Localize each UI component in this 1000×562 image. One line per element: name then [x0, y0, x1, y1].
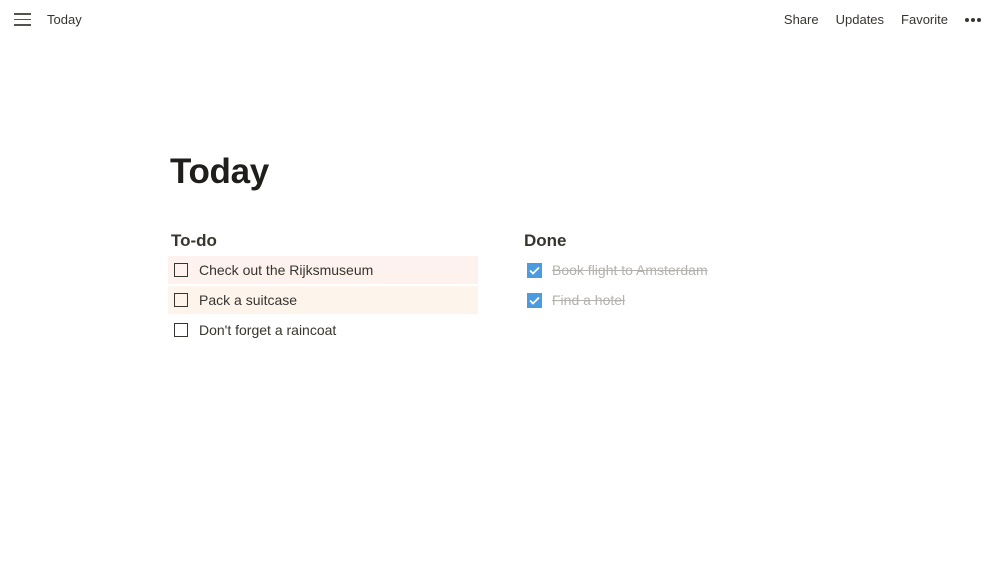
breadcrumb-today[interactable]: Today [47, 12, 82, 27]
done-item[interactable]: Find a hotel [521, 286, 831, 314]
todo-item[interactable]: Don't forget a raincoat [168, 316, 478, 344]
done-item-label: Find a hotel [552, 292, 626, 308]
checkbox-unchecked[interactable] [174, 263, 188, 277]
top-actions: Share Updates Favorite [784, 12, 1000, 27]
todo-item[interactable]: Pack a suitcase [168, 286, 478, 314]
todo-item[interactable]: Check out the Rijksmuseum [168, 256, 478, 284]
todo-heading: To-do [171, 231, 217, 250]
favorite-button[interactable]: Favorite [901, 12, 948, 27]
done-item-label: Book flight to Amsterdam [552, 262, 708, 278]
checkbox-checked-icon[interactable] [527, 262, 542, 278]
todo-item-label: Don't forget a raincoat [199, 322, 337, 338]
updates-button[interactable]: Updates [836, 12, 884, 27]
todo-column: To-do Check out the Rijksmuseum Pack a s… [168, 230, 478, 346]
done-column: Done Book flight to Amsterdam Find a hot… [521, 230, 831, 316]
todo-item-label: Check out the Rijksmuseum [199, 262, 374, 278]
more-horizontal-icon[interactable] [965, 18, 981, 22]
checkbox-unchecked[interactable] [174, 323, 188, 337]
share-button[interactable]: Share [784, 12, 819, 27]
todo-item-label: Pack a suitcase [199, 292, 298, 308]
done-item[interactable]: Book flight to Amsterdam [521, 256, 831, 284]
top-bar: Today Share Updates Favorite [0, 0, 1000, 40]
checkbox-checked-icon[interactable] [527, 292, 542, 308]
checkbox-unchecked[interactable] [174, 293, 188, 307]
hamburger-menu-icon[interactable] [14, 13, 31, 26]
page-title: Today [170, 152, 269, 191]
done-heading: Done [524, 231, 567, 250]
